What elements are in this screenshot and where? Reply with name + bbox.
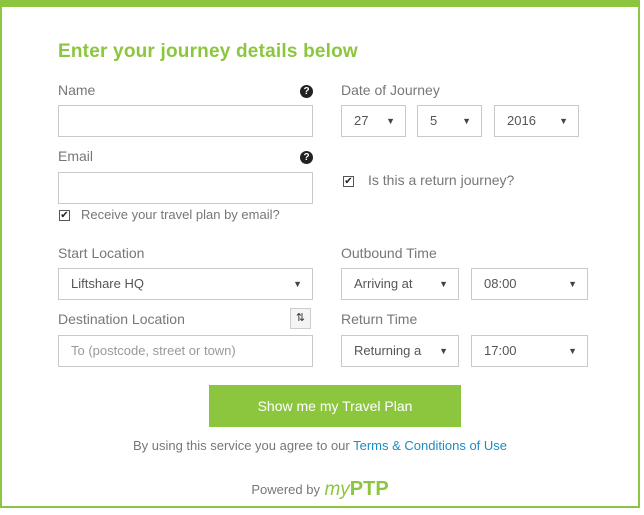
chevron-down-icon: ▼ [437, 336, 448, 366]
form-title: Enter your journey details below [58, 41, 358, 62]
destination-input[interactable]: To (postcode, street or town) [58, 335, 313, 367]
name-input[interactable] [58, 105, 313, 137]
return-journey-checkbox[interactable]: ✔ [343, 176, 354, 187]
show-travel-plan-button[interactable]: Show me my Travel Plan [209, 385, 461, 427]
name-label: Name [58, 82, 96, 98]
outbound-time-select[interactable]: 08:00 ▼ [471, 268, 588, 300]
email-label: Email [58, 148, 94, 164]
chevron-down-icon: ▼ [293, 279, 302, 289]
powered-by-label: Powered by [251, 482, 320, 497]
email-input[interactable] [58, 172, 313, 204]
month-value: 5 [430, 113, 438, 128]
return-time-select[interactable]: 17:00 ▼ [471, 335, 588, 367]
terms-link[interactable]: Terms & Conditions of Use [353, 438, 507, 453]
chevron-down-icon: ▼ [568, 279, 577, 289]
destination-label: Destination Location [58, 311, 185, 327]
date-label: Date of Journey [341, 82, 440, 98]
name-help-icon[interactable]: ? [300, 85, 313, 98]
chevron-down-icon: ▼ [439, 279, 448, 289]
outbound-mode-select[interactable]: Arriving at ▼ [341, 268, 459, 300]
chevron-down-icon: ▼ [462, 116, 471, 126]
day-value: 27 [354, 113, 369, 128]
start-location-value: Liftshare HQ [71, 276, 144, 291]
chevron-down-icon: ▼ [559, 116, 568, 126]
return-journey-label: Is this a return journey? [368, 172, 515, 188]
terms-notice: By using this service you agree to our T… [0, 438, 640, 453]
email-plan-checkbox[interactable]: ✔ [59, 210, 70, 221]
outbound-time-value: 08:00 [484, 276, 517, 291]
return-time-value: 17:00 [484, 343, 517, 358]
chevron-down-icon: ▼ [568, 346, 577, 356]
outbound-mode-value: Arriving at [354, 276, 413, 291]
outbound-time-label: Outbound Time [341, 245, 437, 261]
myptp-logo: myPTP [324, 478, 389, 500]
swap-locations-icon[interactable]: ⇅ [290, 308, 311, 329]
return-time-label: Return Time [341, 311, 418, 327]
return-mode-value: Returning a [354, 343, 422, 358]
terms-prefix: By using this service you agree to our [132, 438, 350, 453]
year-value: 2016 [507, 113, 536, 128]
powered-by: Powered by myPTP [0, 478, 640, 501]
start-location-select[interactable]: Liftshare HQ ▼ [58, 268, 313, 300]
return-mode-select[interactable]: Returning a ▼ [341, 335, 459, 367]
year-select[interactable]: 2016 ▼ [494, 105, 579, 137]
start-location-label: Start Location [58, 245, 145, 261]
chevron-down-icon: ▼ [386, 116, 395, 126]
day-select[interactable]: 27 ▼ [341, 105, 406, 137]
month-select[interactable]: 5 ▼ [417, 105, 482, 137]
email-plan-label: Receive your travel plan by email? [81, 207, 280, 222]
email-help-icon[interactable]: ? [300, 151, 313, 164]
